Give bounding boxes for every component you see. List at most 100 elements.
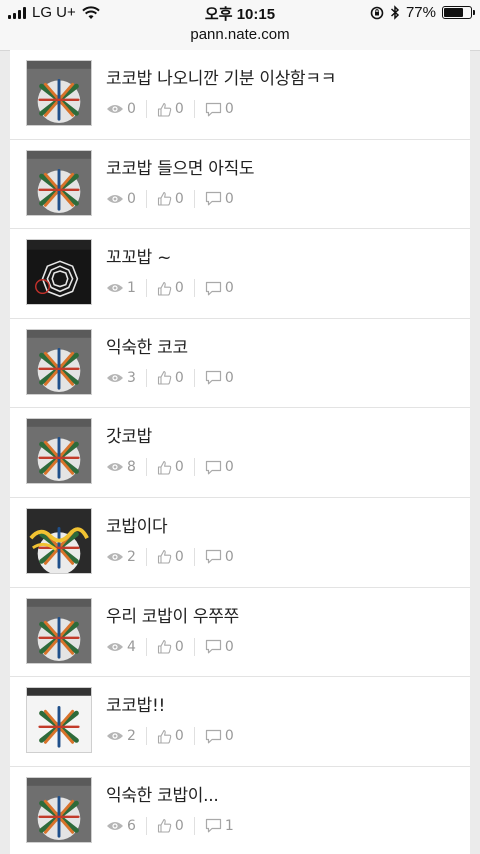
post-title[interactable]: 코코밥!! [106, 691, 165, 716]
like-count: 0 [174, 280, 184, 297]
post-thumbnail[interactable] [26, 418, 92, 485]
post-thumbnail[interactable] [26, 507, 92, 574]
comment-count-group: 0 [205, 280, 234, 296]
views-icon [107, 463, 123, 472]
post-title[interactable]: 익숙한 코밥이... [106, 781, 219, 806]
comment-count-group: 0 [205, 639, 234, 655]
divider [193, 189, 195, 208]
view-count: 6 [127, 817, 136, 834]
comment-icon [205, 550, 221, 564]
divider [145, 458, 147, 477]
post-thumbnail[interactable] [26, 597, 92, 664]
divider [145, 816, 147, 835]
post-meta: 2 0 0 [106, 727, 234, 746]
divider [193, 727, 195, 746]
url-bar[interactable]: pann.nate.com [0, 24, 480, 51]
views-icon [107, 194, 123, 203]
like-count: 0 [174, 190, 184, 207]
comment-count-group: 0 [205, 728, 234, 744]
like-count-group: 0 [157, 459, 184, 475]
post-title[interactable]: 갓코밥 [106, 422, 152, 447]
post-title[interactable]: 코밥이다 [106, 512, 168, 537]
comment-count: 0 [224, 728, 234, 745]
like-icon [157, 192, 172, 206]
like-count: 0 [174, 817, 184, 834]
like-count: 0 [174, 101, 184, 117]
comment-count: 0 [224, 369, 234, 386]
post-thumbnail[interactable] [26, 149, 92, 216]
post-meta: 2 0 0 [106, 547, 234, 566]
status-right: 77% [370, 4, 475, 21]
comment-icon [205, 191, 221, 206]
divider [145, 100, 147, 118]
post-item[interactable]: 갓코밥 8 0 0 [10, 408, 470, 498]
view-count-group: 3 [106, 370, 136, 386]
view-count: 8 [127, 459, 136, 476]
view-count: 3 [127, 369, 136, 386]
post-item[interactable]: 꼬꼬밥 ~ 1 0 0 [10, 229, 470, 319]
comment-count-group: 0 [205, 459, 234, 475]
bluetooth-icon [390, 5, 400, 20]
comment-count: 1 [224, 817, 234, 834]
like-count: 0 [174, 369, 184, 386]
divider [145, 189, 147, 208]
post-item[interactable]: 코코밥 나오니깐 기분 이상함ㅋㅋ 0 0 0 [10, 50, 470, 140]
divider [193, 816, 195, 835]
view-count: 4 [127, 638, 136, 655]
post-item[interactable]: 코밥이다 2 0 0 [10, 498, 470, 588]
post-thumbnail[interactable] [26, 687, 92, 754]
post-meta: 4 0 0 [106, 637, 234, 656]
post-item[interactable]: 익숙한 코코 3 0 0 [10, 319, 470, 409]
post-meta: 0 0 0 [106, 189, 234, 208]
comment-count: 0 [224, 548, 234, 565]
divider [145, 547, 147, 566]
post-title[interactable]: 코코밥 나오니깐 기분 이상함ㅋㅋ [106, 64, 336, 89]
comment-count: 0 [224, 190, 234, 207]
like-count-group: 0 [157, 639, 184, 655]
like-count: 0 [174, 459, 184, 476]
views-icon [107, 732, 123, 741]
divider [193, 100, 195, 118]
post-title[interactable]: 우리 코밥이 우쭈쭈 [106, 602, 239, 627]
post-title[interactable]: 익숙한 코코 [106, 333, 188, 358]
views-icon [107, 552, 123, 561]
comment-count-group: 0 [205, 549, 234, 565]
like-count-group: 0 [157, 280, 184, 296]
post-meta: 8 0 0 [106, 458, 234, 477]
like-count: 0 [174, 548, 184, 565]
like-icon [157, 640, 172, 654]
post-item[interactable]: 우리 코밥이 우쭈쭈 4 0 0 [10, 588, 470, 678]
post-item[interactable]: 코코밥!! 2 0 0 [10, 677, 470, 767]
status-bar: LG U+ 오후 10:15 77% [0, 0, 480, 24]
post-title[interactable]: 꼬꼬밥 ~ [106, 243, 171, 268]
post-thumbnail[interactable] [26, 328, 92, 395]
divider [145, 279, 147, 298]
comment-icon [205, 102, 221, 116]
post-meta: 1 0 0 [106, 279, 234, 298]
view-count-group: 8 [106, 459, 136, 475]
views-icon [107, 373, 123, 382]
comment-icon [205, 371, 221, 385]
like-count-group: 0 [157, 370, 184, 386]
like-count-group: 0 [157, 191, 184, 207]
views-icon [107, 284, 123, 293]
divider [193, 547, 195, 566]
post-thumbnail[interactable] [26, 60, 92, 126]
post-thumbnail[interactable] [26, 776, 92, 843]
like-count-group: 0 [157, 818, 184, 834]
comment-count-group: 1 [205, 818, 234, 834]
view-count-group: 1 [106, 280, 136, 296]
post-item[interactable]: 코코밥 들으면 아직도 0 0 0 [10, 140, 470, 230]
view-count-group: 4 [106, 639, 136, 655]
post-thumbnail[interactable] [26, 239, 92, 306]
rotation-lock-icon [370, 6, 384, 19]
comment-count-group: 0 [205, 101, 234, 117]
post-meta: 3 0 0 [106, 368, 234, 387]
view-count: 2 [127, 548, 136, 565]
post-item[interactable]: 익숙한 코밥이... 6 0 1 [10, 767, 470, 854]
comment-count: 0 [224, 638, 234, 655]
view-count: 2 [127, 728, 136, 745]
like-count: 0 [174, 728, 184, 745]
comment-count-group: 0 [205, 191, 234, 207]
post-title[interactable]: 코코밥 들으면 아직도 [106, 154, 255, 179]
